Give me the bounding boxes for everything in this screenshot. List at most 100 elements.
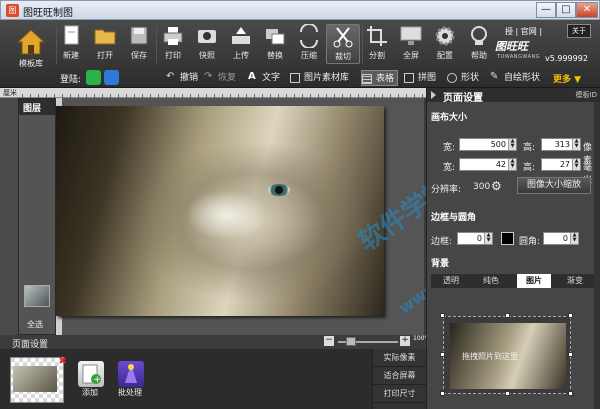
tab-solid-color[interactable]: 纯色 [471, 274, 511, 288]
zoom-out-button[interactable]: − [324, 336, 334, 346]
resize-handle[interactable] [568, 313, 573, 318]
qq-login-icon[interactable] [104, 70, 119, 85]
radius-value: 0 [562, 234, 568, 243]
template-library-button[interactable]: 模板库 [12, 28, 50, 69]
tab-transparent[interactable]: 透明 [431, 274, 471, 288]
panel-title: 页面设置 [443, 93, 483, 104]
border-color-swatch[interactable] [501, 232, 514, 245]
about-button[interactable]: 关于 [567, 24, 591, 38]
more-menu[interactable]: 更多 ▼ [553, 72, 581, 85]
width-mm-input[interactable]: 42 ▲ ▼ [459, 158, 517, 171]
tab-image[interactable]: 图片 [517, 274, 551, 288]
close-button[interactable]: ✕ [576, 2, 598, 18]
table-tool[interactable]: 表格 [361, 70, 399, 86]
redo-button[interactable]: ↷ 恢复 [204, 70, 236, 86]
resolution-gear-icon[interactable]: ⚙ [491, 179, 502, 193]
help-button[interactable]: 帮助 [462, 24, 496, 64]
resize-handle[interactable] [440, 352, 445, 357]
zoom-slider-handle[interactable] [346, 337, 356, 346]
undo-button[interactable]: ↶ 撤销 [166, 70, 198, 86]
height-label: 高: [523, 143, 536, 153]
compress-button[interactable]: 压缩 [292, 23, 326, 64]
template-id-label: 模板ID [575, 91, 597, 99]
cut-label: 裁切 [335, 52, 351, 61]
image-icon [290, 73, 300, 83]
height-mm-input[interactable]: 27 ▲ ▼ [541, 158, 581, 171]
minimize-button[interactable]: — [536, 2, 556, 18]
batch-process-button[interactable] [118, 361, 144, 387]
border-stepper[interactable]: ▲ ▼ [484, 233, 492, 244]
page-thumbnail[interactable]: ✖ [10, 356, 67, 403]
height-mm-stepper[interactable]: ▲ ▼ [572, 159, 580, 170]
background-drop-zone[interactable]: 拖拽照片到这里 [443, 316, 571, 394]
resize-handle[interactable] [440, 313, 445, 318]
drop-hint-text: 拖拽照片到这里 [462, 352, 518, 361]
resize-handle[interactable] [568, 391, 573, 396]
upload-button[interactable]: 上传 [224, 24, 258, 64]
config-button[interactable]: 配置 [428, 24, 462, 64]
fullscreen-label: 全屏 [403, 51, 419, 60]
width-mm-stepper[interactable]: ▲ ▼ [508, 159, 516, 170]
folder-open-icon [92, 24, 118, 48]
layer-thumbnail[interactable] [24, 285, 50, 307]
layers-title: 图层 [19, 99, 55, 115]
remove-page-icon[interactable]: ✖ [59, 356, 67, 367]
tab-gradient[interactable]: 渐变 [555, 274, 595, 288]
undo-label: 撤销 [180, 73, 199, 83]
version-label: v5.999992 [545, 54, 588, 63]
image-library-tool[interactable]: 图片素材库 [290, 70, 349, 86]
resize-handle[interactable] [505, 391, 510, 396]
maximize-button[interactable]: □ [556, 2, 576, 18]
pen-icon: ✎ [490, 71, 499, 82]
height-px-value: 313 [554, 140, 570, 149]
snapshot-button[interactable]: 快照 [190, 24, 224, 64]
height-mm-value: 27 [559, 160, 570, 169]
print-button[interactable]: 打印 [156, 24, 190, 64]
camera-icon [194, 24, 220, 48]
replace-button[interactable]: 替换 [258, 24, 292, 64]
resize-handle[interactable] [505, 313, 510, 318]
fullscreen-button[interactable]: 全屏 [394, 24, 428, 64]
open-button[interactable]: 打开 [88, 24, 122, 64]
select-all-button[interactable]: 全选 [27, 319, 43, 330]
panel-scrollbar[interactable] [594, 102, 600, 409]
image-resize-button[interactable]: 图像大小缩放 [517, 177, 591, 194]
collage-tool[interactable]: 拼图 [404, 70, 436, 86]
resolution-value: 300 [473, 182, 491, 192]
actual-pixels-button[interactable]: 实际像素 [373, 349, 426, 367]
batch-label: 批处理 [118, 388, 142, 397]
collapse-arrow-icon[interactable] [431, 91, 436, 99]
width-px-stepper[interactable]: ▲ ▼ [508, 139, 516, 150]
table-icon [362, 74, 372, 84]
cut-button[interactable]: 裁切 [326, 24, 360, 64]
brand-links[interactable]: 授 | 官网 | [505, 26, 542, 37]
text-tool[interactable]: A 文字 [248, 70, 280, 86]
zoom-bar: 页面设置 − + 100% [0, 335, 430, 350]
resize-handle[interactable] [440, 391, 445, 396]
add-page-button[interactable]: + [78, 361, 104, 387]
radius-input[interactable]: 0 ▲ ▼ [543, 232, 579, 245]
open-label: 打开 [97, 51, 113, 60]
print-size-button[interactable]: 打印尺寸 [373, 385, 426, 403]
zoom-in-button[interactable]: + [400, 336, 410, 346]
save-button[interactable]: 保存 [122, 24, 156, 64]
border-input[interactable]: 0 ▲ ▼ [457, 232, 493, 245]
canvas-image[interactable] [56, 106, 384, 316]
custom-shape-tool[interactable]: ✎ 自绘形状 [490, 70, 540, 86]
new-button[interactable]: 新建 [54, 24, 88, 64]
shape-tool-label: 形状 [461, 73, 480, 83]
width-px-input[interactable]: 500 ▲ ▼ [459, 138, 517, 151]
radius-stepper[interactable]: ▲ ▼ [570, 233, 578, 244]
shape-tool[interactable]: 形状 [447, 70, 479, 86]
height-px-stepper[interactable]: ▲ ▼ [572, 139, 580, 150]
layers-panel: 图层 全选 [18, 98, 56, 335]
printer-icon [160, 24, 186, 48]
page-thumbnail-image [13, 366, 57, 392]
resolution-label: 分辨率: [431, 185, 462, 195]
split-button[interactable]: 分割 [360, 24, 394, 64]
resize-handle[interactable] [568, 352, 573, 357]
height-px-input[interactable]: 313 ▲ ▼ [541, 138, 581, 151]
fit-screen-button[interactable]: 适合屏幕 [373, 367, 426, 385]
wechat-login-icon[interactable] [86, 70, 101, 85]
ruler-unit: 厘米 [3, 89, 17, 97]
